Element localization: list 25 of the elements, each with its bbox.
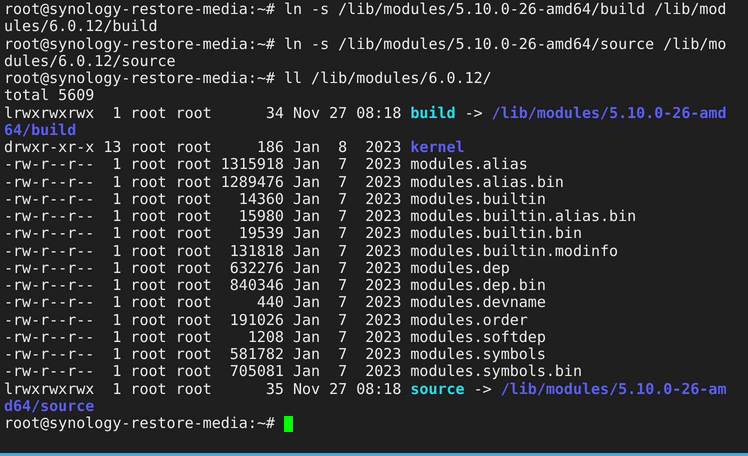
terminal-line: -rw-r--r-- 1 root root 19539 Jan 7 2023 modules.builtin.bin: [4, 225, 582, 242]
terminal-line: -rw-r--r-- 1 root root 15980 Jan 7 2023 modules.builtin.alias.bin: [4, 208, 636, 226]
terminal-line: -rw-r--r-- 1 root root 191026 Jan 7 2023 modules.order: [4, 312, 528, 329]
terminal-line: root@synology-restore-media:~#: [4, 415, 276, 432]
terminal-line: dules/6.0.12/source: [4, 52, 176, 70]
terminal-line: ules/6.0.12/build: [4, 18, 158, 36]
terminal-line: root@synology-restore-media:~# ln -s /lib/modules/5.10.0-26-amd64/source /lib/mo: [4, 36, 726, 53]
terminal-line: -rw-r--r-- 1 root root 14360 Jan 7 2023 modules.builtin: [4, 190, 546, 208]
terminal-line: -rw-r--r-- 1 root root 1289476 Jan 7 2023 modules.alias.bin: [4, 174, 564, 191]
terminal-line: d64/source: [4, 398, 94, 415]
terminal-line: -rw-r--r-- 1 root root 440 Jan 7 2023 modules.devname: [4, 294, 546, 312]
terminal-line: drwxr-xr-x 13 root root 186 Jan 8 2023 kernel: [4, 139, 465, 156]
terminal-line: lrwxrwxrwx 1 root root 34 Nov 27 08:18 build -> /lib/modules/5.10.0-26-amd: [4, 104, 726, 122]
terminal-line: root@synology-restore-media:~# ll /lib/modules/6.0.12/: [4, 70, 492, 88]
terminal-line: lrwxrwxrwx 1 root root 35 Nov 27 08:18 source -> /lib/modules/5.10.0-26-am: [4, 380, 726, 398]
terminal-line: -rw-r--r-- 1 root root 632276 Jan 7 2023 modules.dep: [4, 260, 510, 277]
terminal-line: -rw-r--r-- 1 root root 1315918 Jan 7 2023 modules.alias: [4, 156, 528, 174]
terminal-line: -rw-r--r-- 1 root root 1208 Jan 7 2023 modules.softdep: [4, 328, 546, 346]
terminal-line: root@synology-restore-media:~# ln -s /lib/modules/5.10.0-26-amd64/build /lib/mod: [4, 1, 726, 18]
terminal-line: -rw-r--r-- 1 root root 581782 Jan 7 2023 modules.symbols: [4, 346, 546, 364]
terminal-line: -rw-r--r-- 1 root root 705081 Jan 7 2023 modules.symbols.bin: [4, 363, 582, 380]
terminal-line: total 5609: [4, 87, 94, 104]
terminal-line: -rw-r--r-- 1 root root 840346 Jan 7 2023 modules.dep.bin: [4, 277, 546, 294]
terminal-line: -rw-r--r-- 1 root root 131818 Jan 7 2023 modules.builtin.modinfo: [4, 242, 618, 260]
terminal-line: 64/build: [4, 122, 76, 139]
